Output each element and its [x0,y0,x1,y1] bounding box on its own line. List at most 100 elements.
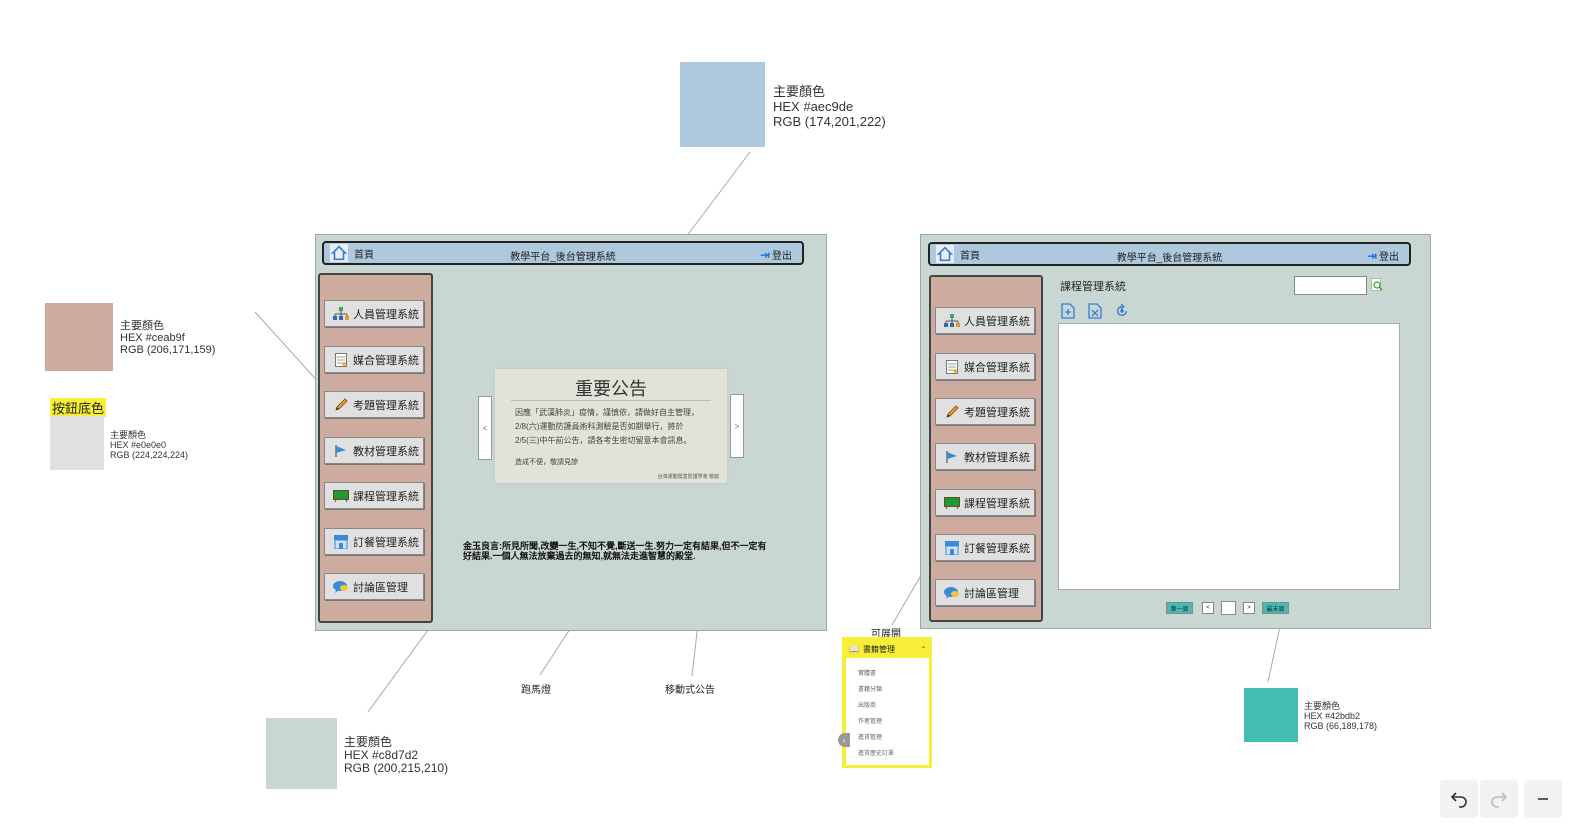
swatch-pink-text: 主要顏色 HEX #ceab9f RGB (206,171,159) [120,320,215,356]
swatch-rgb: RGB (224,224,224) [110,450,189,460]
notice-divider [511,400,711,401]
search-icon[interactable] [1371,278,1383,292]
swatch-rgb: RGB (200,215,210) [344,761,449,775]
menu-materials[interactable]: 教材管理系統 [324,437,424,464]
pencil-icon [333,397,349,412]
pager-page-input[interactable] [1221,601,1236,615]
store-icon [944,540,960,555]
caption-notice: 移動式公告 [665,685,715,696]
menu-personnel[interactable]: 人員管理系統 [324,300,424,327]
menu-label: 媒合管理系統 [353,354,419,367]
dropdown-item[interactable]: 作者管理 [858,716,882,725]
logout-label: 登出 [772,251,792,262]
redo-button[interactable] [1480,780,1518,818]
notice-title: 重要公告 [575,379,647,399]
top-bar: 首頁 教學平台_後台管理系統 ⇥ 登出 [928,242,1411,266]
color-swatch-teal [1244,688,1298,742]
dropdown-item[interactable]: 進貨歷史訂單 [858,748,894,757]
book-icon: 📖 [849,644,859,654]
pager-prev-button[interactable]: < [1202,602,1214,614]
menu-label: 考題管理系統 [964,406,1030,419]
swatch-hex: HEX #aec9de [773,99,854,114]
menu-exam[interactable]: 考題管理系統 [935,398,1035,425]
app-title: 教學平台_後台管理系統 [510,252,616,263]
menu-label: 課程管理系統 [353,490,419,503]
swatch-hex: HEX #42bdb2 [1304,711,1361,721]
dropdown-item[interactable]: 書籍分類 [858,684,882,693]
notice-line-3: 2/5(三)中午前公告，請各考生密切留意本會訊息。 [515,436,692,445]
expandable-menu: 📖 書籍管理 ⌃ 實體書 書籍分類 出版商 作者管理 進貨管理 進貨歷史訂單 [846,640,929,765]
notice-signature: 台灣運動傷害防護學會 敬啟 [657,474,719,480]
sidebar: 人員管理系統 媒合管理系統 考題管理系統 教材管理系統 課程管理系統 訂餐管理系… [929,275,1043,622]
logout-arrow-icon: ⇥ [759,247,770,262]
collapse-toggle-icon[interactable]: ‹ [838,733,850,747]
search-input[interactable] [1294,276,1367,295]
menu-course[interactable]: 課程管理系統 [935,489,1035,516]
menu-label: 媒合管理系統 [964,361,1030,374]
document-icon [944,359,960,374]
swatch-title: 主要顏色 [1304,701,1341,711]
notice-line-2: 2/8(六)運動防護員術科測驗是否如期舉行，將於 [515,422,684,431]
undo-icon [1450,792,1467,808]
menu-meal[interactable]: 訂餐管理系統 [324,528,424,555]
pager-last-button[interactable]: 最末頁 [1262,602,1289,614]
delete-document-icon[interactable] [1088,303,1102,319]
store-icon [333,534,349,549]
home-icon[interactable] [330,244,348,262]
menu-exam[interactable]: 考題管理系統 [324,391,424,418]
pager-first-button[interactable]: 第一頁 [1166,602,1193,614]
notice-line-1: 因應「武漢肺炎」疫情，謹慎依，請做好自主管理， [515,408,699,417]
menu-forum[interactable]: 討論區管理 [935,579,1035,606]
course-content-area [1058,323,1400,590]
zoom-out-button[interactable] [1524,780,1562,818]
menu-personnel[interactable]: 人員管理系統 [935,307,1035,334]
pager-next-button[interactable]: > [1243,602,1255,614]
logout-button[interactable]: ⇥ 登出 [759,247,792,263]
swatch-teal-text: 主要顏色 HEX #42bdb2 RGB (66,189,178) [1304,701,1377,731]
page-heading: 課程管理系統 [1060,281,1126,293]
menu-course[interactable]: 課程管理系統 [324,482,424,509]
pencil-icon [944,404,960,419]
chat-bubble-icon [944,586,960,600]
notice-board: 重要公告 因應「武漢肺炎」疫情，謹慎依，請做好自主管理， 2/8(六)運動防護員… [495,369,727,483]
color-swatch-green [266,718,337,789]
marquee-text: 金玉良言:所見所聞,改變一生,不知不覺,斷送一生.努力一定有結果,但不一定有好結… [463,541,767,561]
logout-button[interactable]: ⇥ 登出 [1366,248,1399,264]
menu-forum[interactable]: 討論區管理 [324,573,424,600]
app-title: 教學平台_後台管理系統 [1116,253,1223,264]
menu-label: 考題管理系統 [353,399,419,412]
chat-bubble-icon [333,580,349,594]
dropdown-item[interactable]: 進貨管理 [858,732,882,741]
menu-label: 訂餐管理系統 [964,542,1030,555]
menu-label: 人員管理系統 [353,308,419,321]
color-swatch-gray [50,416,104,470]
add-document-icon[interactable] [1061,303,1075,319]
org-chart-icon [333,306,349,321]
swatch-blue-text: 主要顏色 HEX #aec9de RGB (174,201,222) [773,84,886,129]
home-icon[interactable] [936,245,954,263]
refresh-icon[interactable] [1115,303,1129,319]
menu-materials[interactable]: 教材管理系統 [935,443,1035,470]
expandable-menu-title: 書籍管理 [862,644,895,654]
expandable-menu-header[interactable]: 📖 書籍管理 ⌃ [846,640,929,658]
caption-marquee: 跑馬燈 [521,685,551,696]
dropdown-item[interactable]: 實體書 [858,668,876,677]
menu-meal[interactable]: 訂餐管理系統 [935,534,1035,561]
blackboard-icon [944,496,960,510]
home-label[interactable]: 首頁 [960,247,980,262]
blackboard-icon [333,489,349,503]
undo-button[interactable] [1440,780,1478,818]
document-icon [333,352,349,367]
dropdown-item[interactable]: 出版商 [858,700,876,709]
menu-label: 討論區管理 [964,587,1019,600]
top-bar: 首頁 教學平台_後台管理系統 ⇥ 登出 [322,241,804,265]
menu-matching[interactable]: 媒合管理系統 [324,346,424,373]
menu-matching[interactable]: 媒合管理系統 [935,353,1035,380]
swatch-rgb: RGB (206,171,159) [120,344,216,356]
notice-next-button[interactable]: > [730,394,744,458]
home-label[interactable]: 首頁 [354,246,374,261]
notice-prev-button[interactable]: < [478,396,492,460]
flag-icon [944,450,960,464]
notice-line-4: 造成不便，敬請見諒 [515,459,578,466]
logout-arrow-icon: ⇥ [1366,248,1377,263]
